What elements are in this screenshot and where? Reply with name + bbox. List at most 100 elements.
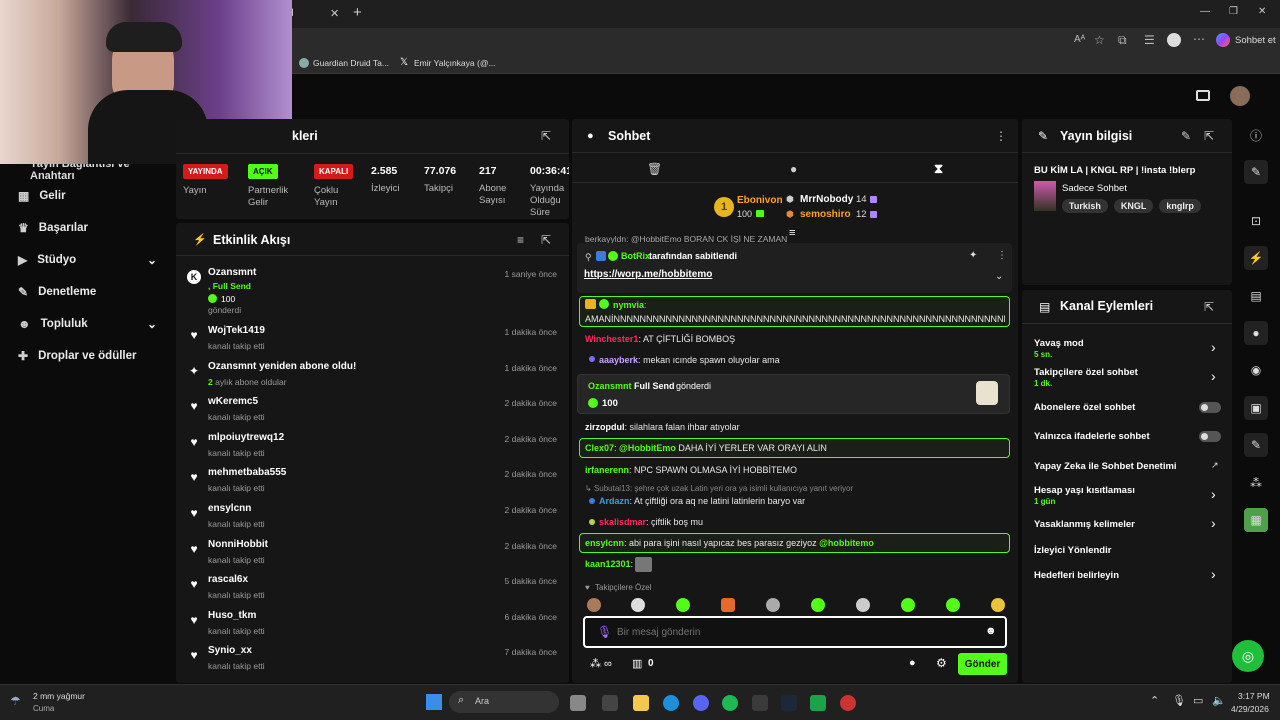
chat-user[interactable]: Ardazn: [599, 496, 630, 506]
folder-icon[interactable]: [633, 695, 649, 711]
extensions-icon[interactable]: ⧉: [1118, 33, 1127, 48]
minimize-icon[interactable]: —: [1200, 6, 1210, 17]
hourglass-icon[interactable]: ⧗: [934, 161, 943, 177]
chevron-right-icon[interactable]: ›: [1211, 566, 1216, 582]
sidebar-item-basarilar[interactable]: ♛ Başarılar: [0, 212, 175, 244]
chat-user[interactable]: Clex07: [585, 443, 614, 453]
list-item[interactable]: ♥ mlpoiuytrewq12 kanalı takip etti 2 dakika…: [176, 428, 569, 464]
favorite-icon[interactable]: ☆: [1094, 33, 1105, 47]
maximize-icon[interactable]: ❐: [1229, 6, 1238, 17]
app-icon[interactable]: [840, 695, 856, 711]
chevron-down-icon[interactable]: ⌄: [995, 271, 1003, 282]
list-item[interactable]: ♥ NonniHobbit kanalı takip etti 2 dakika ön…: [176, 535, 569, 571]
avatar[interactable]: [1230, 86, 1250, 106]
fullscreen-icon[interactable]: ⊡: [1244, 209, 1268, 233]
mic-icon[interactable]: 🎙: [1172, 694, 1186, 707]
sidebar-item-studyo[interactable]: ▶ Stüdyo ⌄: [0, 244, 175, 276]
edit-icon[interactable]: ✎: [1181, 129, 1191, 143]
more-vertical-icon[interactable]: ⋮: [995, 129, 1007, 143]
list-item[interactable]: K Ozansmnt , Full Send 100 gönderdi 1 sa…: [176, 263, 569, 321]
emote-icon[interactable]: [587, 598, 601, 612]
chat-icon[interactable]: ●: [1244, 321, 1268, 345]
emote-icon[interactable]: [676, 598, 690, 612]
copilot-icon[interactable]: [1216, 33, 1230, 47]
chat-button[interactable]: Sohbet et: [1235, 35, 1276, 46]
profile-icon[interactable]: [1167, 33, 1181, 47]
weather-text[interactable]: 2 mm yağmur: [33, 691, 85, 701]
chat-user[interactable]: irfanerenn: [585, 465, 629, 475]
read-aloud-icon[interactable]: Aᴬ: [1074, 34, 1085, 45]
popout-icon[interactable]: ⇱: [541, 129, 551, 143]
edge-icon[interactable]: [663, 695, 679, 711]
slow-mode-item[interactable]: Yavaş mod 5 sn.: [1034, 338, 1084, 359]
emote-icon[interactable]: [631, 598, 645, 612]
info-icon[interactable]: ⓘ: [1244, 124, 1268, 148]
new-tab-icon[interactable]: +: [353, 4, 362, 21]
unpin-icon[interactable]: ✦: [969, 250, 977, 261]
chevron-right-icon[interactable]: ›: [1211, 368, 1216, 384]
chat-user[interactable]: Winchester1: [585, 334, 638, 344]
broadcast-icon[interactable]: ◉: [1244, 358, 1268, 382]
account-age-item[interactable]: Hesap yaşı kısıtlaması 1 gün: [1034, 485, 1135, 506]
chat-user[interactable]: zirzopdul: [585, 422, 625, 432]
windows-start-icon[interactable]: [426, 694, 442, 710]
leader-name[interactable]: semoshiro: [800, 209, 851, 220]
users-icon[interactable]: ⁂: [1244, 471, 1268, 495]
list-item[interactable]: ✦ Ozansmnt yeniden abone oldu! 2 aylık a…: [176, 357, 569, 393]
leader-name[interactable]: Ebonivon: [737, 195, 783, 206]
emote-icon[interactable]: [811, 598, 825, 612]
leader-name[interactable]: MrrNobody: [800, 194, 853, 205]
emoji-icon[interactable]: ☻: [985, 625, 997, 637]
chat-user[interactable]: ensylcnn: [585, 538, 624, 548]
followers-only-item[interactable]: Takipçilere özel sohbet 1 dk.: [1034, 367, 1138, 388]
chat-user[interactable]: kaan12301: [585, 559, 631, 569]
chat-user[interactable]: aaayberk: [599, 355, 638, 365]
taskbar-search[interactable]: ⌕ Ara: [449, 691, 559, 713]
pinned-link[interactable]: https://worp.me/hobbitemo: [584, 269, 712, 280]
collections-icon[interactable]: ☰: [1144, 33, 1155, 47]
sidebar-item-topluluk[interactable]: ☻ Topluluk ⌄: [0, 308, 175, 340]
list-item[interactable]: ♥ wKeremc5 kanalı takip etti 2 dakika önce: [176, 392, 569, 428]
banned-words-item[interactable]: Yasaklanmış kelimeler: [1034, 519, 1135, 530]
emote-icon[interactable]: [856, 598, 870, 612]
category-thumbnail[interactable]: [1034, 181, 1056, 211]
popout-icon[interactable]: ⇱: [541, 233, 551, 247]
more-vertical-icon[interactable]: ⋮: [997, 250, 1007, 261]
emote-icon[interactable]: [901, 598, 915, 612]
goals-item[interactable]: Hedefleri belirleyin: [1034, 570, 1119, 581]
list-item[interactable]: ♥ Huso_tkm kanalı takip etti 6 dakika önce: [176, 606, 569, 642]
emote-only-toggle[interactable]: [1199, 431, 1221, 442]
popout-icon[interactable]: ⇱: [1204, 300, 1214, 314]
sidebar-item-denetleme[interactable]: ✎ Denetleme: [0, 276, 175, 308]
spotify-icon[interactable]: [722, 695, 738, 711]
chat-bubble-icon[interactable]: ●: [909, 657, 916, 669]
discord-icon[interactable]: [693, 695, 709, 711]
emote-icon[interactable]: [991, 598, 1005, 612]
steam-icon[interactable]: [781, 695, 797, 711]
sidebar-item-gelir[interactable]: ▦ Gelir: [0, 180, 175, 212]
clock-date[interactable]: 4/29/2026: [1231, 704, 1269, 714]
trash-icon[interactable]: 🗑: [647, 162, 662, 176]
emote-icon[interactable]: [946, 598, 960, 612]
tag[interactable]: knglrp: [1159, 199, 1201, 213]
gift-icon[interactable]: ▥: [632, 657, 642, 670]
terminal-icon[interactable]: [752, 695, 768, 711]
chat-input[interactable]: [617, 623, 977, 641]
list-item[interactable]: ♥ WojTek1419 kanalı takip etti 1 dakika …: [176, 321, 569, 357]
category-name[interactable]: Sadece Sohbet: [1062, 183, 1127, 194]
host-item[interactable]: İzleyici Yönlendir: [1034, 545, 1111, 556]
layout-icon[interactable]: ▣: [1244, 396, 1268, 420]
more-icon[interactable]: ⋯: [1193, 32, 1205, 46]
chevron-right-icon[interactable]: ›: [1211, 339, 1216, 355]
chevron-right-icon[interactable]: ›: [1211, 486, 1216, 502]
subscribers-only-toggle[interactable]: [1199, 402, 1221, 413]
tag[interactable]: KNGL: [1113, 199, 1154, 213]
list-item[interactable]: ♥ mehmetbaba555 kanalı takip etti 2 dakika …: [176, 463, 569, 499]
chat-username[interactable]: nymvia:: [613, 300, 647, 310]
mail-icon[interactable]: [1196, 90, 1210, 101]
app-icon[interactable]: ▦: [1244, 508, 1268, 532]
sidebar-item-droplar[interactable]: ✚ Droplar ve ödüller: [0, 340, 175, 372]
document-icon[interactable]: ▤: [1244, 284, 1268, 308]
clock-time[interactable]: 3:17 PM: [1238, 691, 1270, 701]
chat-mode-icon[interactable]: ●: [790, 162, 797, 176]
